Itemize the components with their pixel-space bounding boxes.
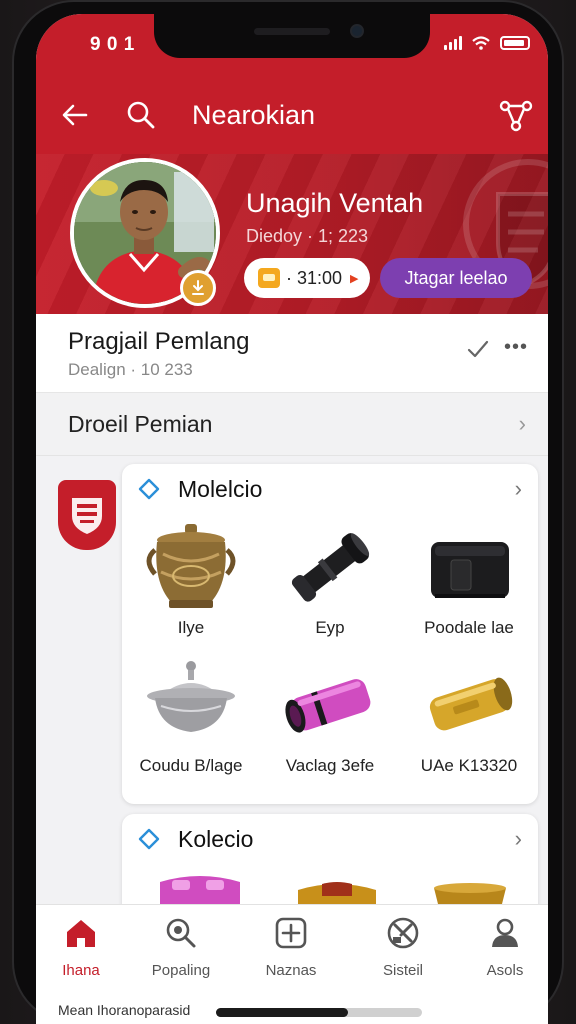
tab-label: Ihana bbox=[62, 962, 100, 979]
status-time: 9 0 1 bbox=[90, 34, 135, 55]
tab-home[interactable]: Ihana bbox=[36, 915, 126, 979]
page-title: Nearokian bbox=[192, 100, 316, 130]
edit-check-icon[interactable] bbox=[466, 336, 490, 360]
section-row[interactable]: Droeil Pemian › bbox=[36, 392, 548, 456]
item-label: Poodale lae bbox=[424, 618, 514, 637]
collection-item[interactable]: Poodale lae bbox=[400, 520, 538, 656]
tab-add[interactable]: Naznas bbox=[246, 915, 336, 979]
collection-card-header[interactable]: Kolecio › bbox=[122, 814, 538, 864]
footer-text: Mean Ihoranoparasid bbox=[58, 1002, 191, 1018]
collection-title: Molelcio bbox=[178, 476, 263, 502]
chevron-right-icon: › bbox=[518, 411, 526, 436]
item-label: Coudu B/lage bbox=[139, 756, 243, 775]
collection-item[interactable]: Coudu B/lage bbox=[122, 658, 260, 794]
front-camera bbox=[350, 24, 364, 38]
tab-label: Popaling bbox=[151, 962, 211, 979]
tab-tools[interactable]: Sisteil bbox=[358, 915, 448, 979]
wifi-icon bbox=[472, 36, 490, 50]
home-indicator[interactable] bbox=[216, 1008, 422, 1017]
tab-profile[interactable]: Asols bbox=[460, 915, 548, 979]
collection-card: Molelcio › Ilye Eyp Poodale lae Coudu B/… bbox=[122, 464, 538, 804]
item-label: Eyp bbox=[315, 618, 345, 637]
ornate-bronze-pot-icon bbox=[146, 524, 236, 608]
diamond-icon bbox=[138, 828, 160, 850]
item-label: Ilye bbox=[177, 618, 205, 637]
app-screen: 9 0 1 Nearokian Unagih Ventah Diedoy · 1… bbox=[36, 14, 548, 1024]
black-leather-case-icon bbox=[431, 542, 509, 598]
collection-title: Kolecio bbox=[178, 826, 254, 852]
back-arrow-icon[interactable] bbox=[58, 98, 92, 132]
profile-banner: Unagih Ventah Diedoy · 1; 223 · 31:00 ▶ … bbox=[36, 154, 548, 314]
wallet-icon bbox=[258, 268, 280, 288]
coin-arrow-icon: ▶ bbox=[350, 272, 359, 285]
tools-icon bbox=[387, 917, 419, 949]
tab-label: Naznas bbox=[265, 962, 317, 979]
camera-notch bbox=[154, 14, 430, 58]
profile-name: Unagih Ventah bbox=[246, 188, 424, 218]
collection-item[interactable]: UAe K13320 bbox=[400, 658, 538, 794]
status-icons bbox=[444, 36, 530, 50]
search-icon[interactable] bbox=[124, 98, 158, 132]
share-icon[interactable] bbox=[498, 98, 534, 134]
item-label: UAe K13320 bbox=[420, 756, 518, 775]
info-subtitle: Dealign · 10 233 bbox=[68, 360, 193, 379]
collection-card-header[interactable]: Molelcio › bbox=[122, 464, 538, 514]
profile-date: Diedoy · 1; 223 bbox=[246, 226, 369, 246]
speaker-grille bbox=[254, 28, 330, 35]
tab-search[interactable]: Popaling bbox=[136, 915, 226, 979]
diamond-icon bbox=[138, 478, 160, 500]
chevron-right-icon: › bbox=[514, 476, 522, 501]
info-card: Pragjail Pemlang Dealign · 10 233 ••• bbox=[36, 314, 548, 392]
item-label: Vaclag 3efe bbox=[285, 756, 375, 775]
club-badge-icon[interactable] bbox=[58, 480, 116, 550]
pink-canister-icon bbox=[285, 679, 371, 733]
home-icon bbox=[67, 920, 95, 947]
coin-balance: · 31:00 bbox=[286, 267, 343, 288]
profile-action-button[interactable]: Jtagar leelao bbox=[380, 258, 532, 298]
silver-lidded-pot-icon bbox=[147, 661, 235, 732]
chevron-right-icon: › bbox=[514, 826, 522, 851]
coin-balance-pill[interactable]: · 31:00 ▶ bbox=[244, 258, 370, 298]
info-title: Pragjail Pemlang bbox=[68, 328, 250, 355]
more-options-icon[interactable]: ••• bbox=[504, 336, 528, 359]
battery-icon bbox=[500, 36, 530, 50]
collection-item[interactable]: Vaclag 3efe bbox=[261, 658, 399, 794]
nav-row: Nearokian bbox=[36, 94, 548, 138]
collection-item[interactable]: Eyp bbox=[261, 520, 399, 656]
verified-badge-icon bbox=[180, 270, 216, 306]
tab-label: Sisteil bbox=[382, 962, 423, 979]
black-telescope-tube-icon bbox=[291, 533, 370, 602]
gold-canister-icon bbox=[429, 677, 513, 731]
collection-item[interactable]: Ilye bbox=[122, 520, 260, 656]
signal-icon bbox=[444, 36, 462, 50]
home-indicator-fill bbox=[216, 1008, 348, 1017]
section-label: Droeil Pemian bbox=[68, 411, 213, 437]
search-icon bbox=[166, 918, 196, 948]
add-icon bbox=[275, 917, 307, 949]
person-icon bbox=[492, 918, 518, 947]
tab-label: Asols bbox=[486, 962, 524, 979]
